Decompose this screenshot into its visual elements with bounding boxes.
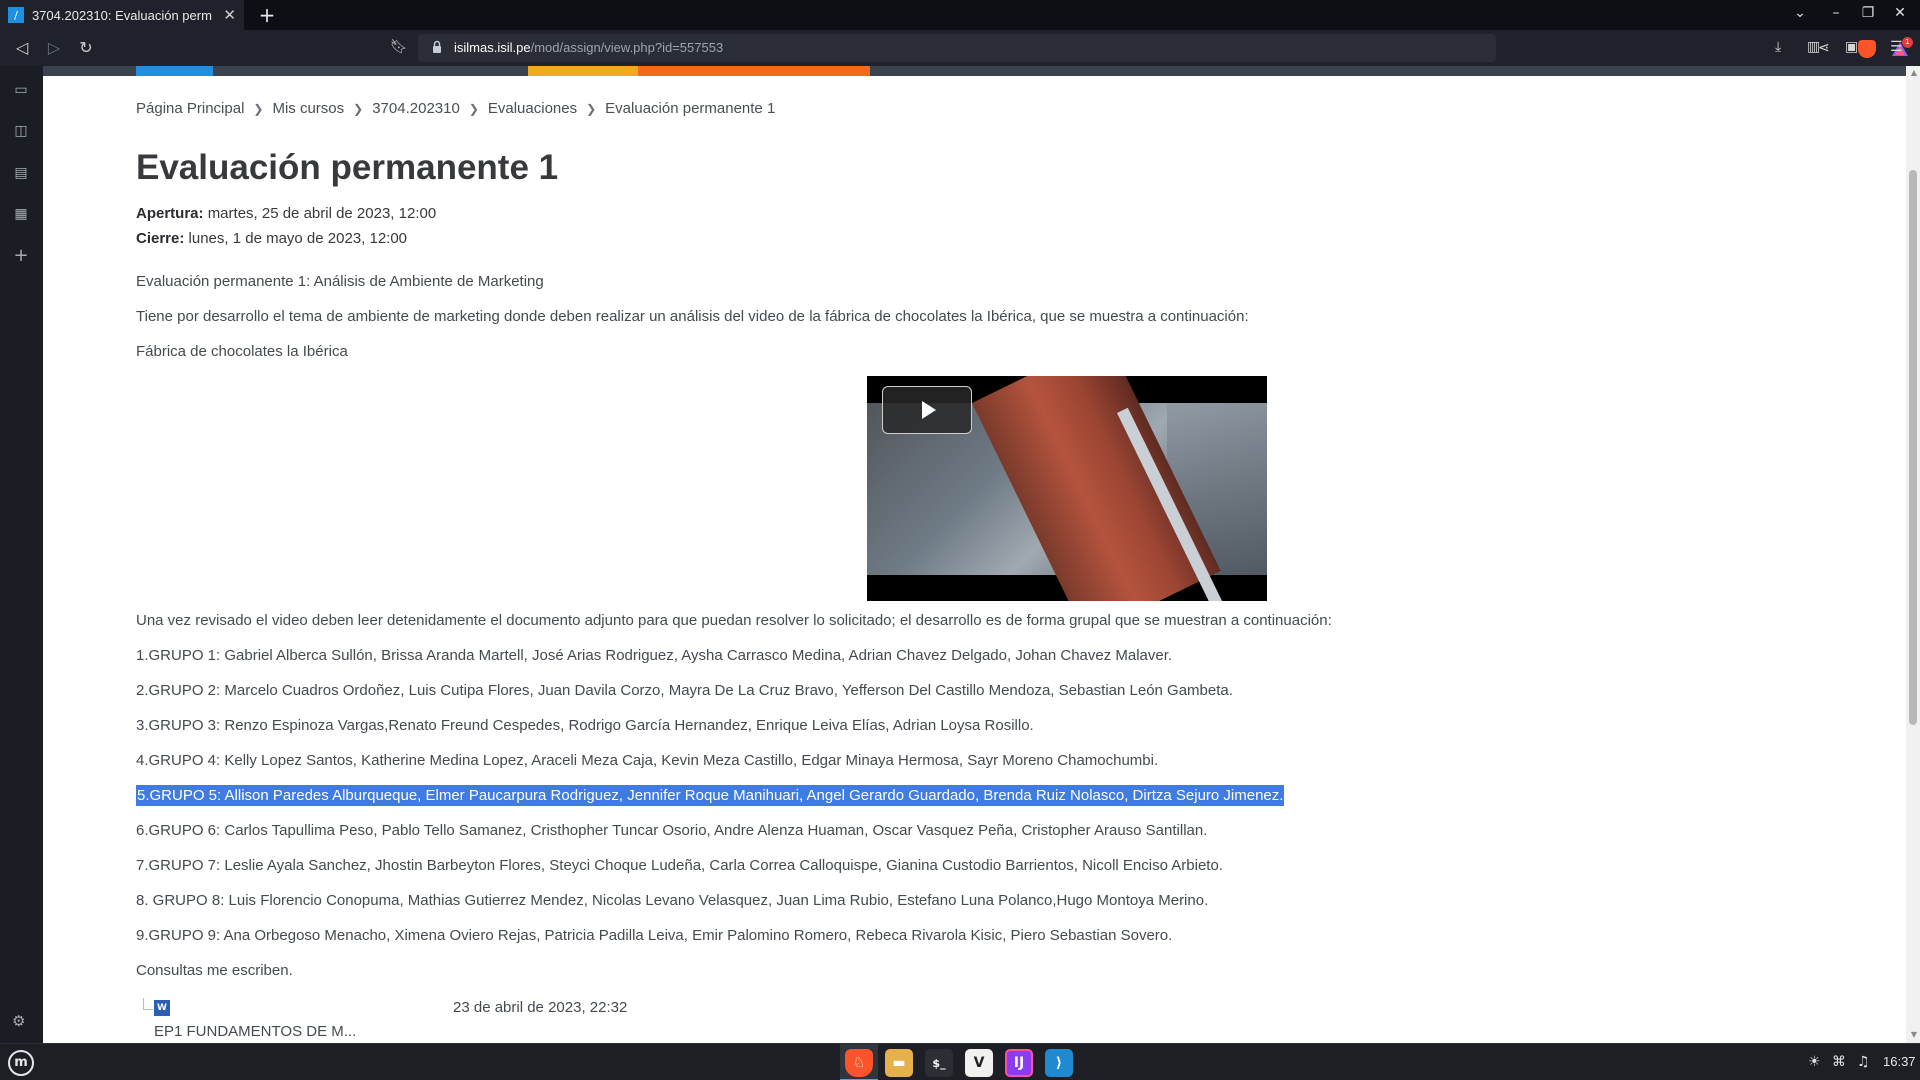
url-text: isilmas.isil.pe/mod/assign/view.php?id=5… [454, 40, 723, 55]
strip-orange [638, 66, 870, 76]
intro-line: Fábrica de chocolates la Ibérica [136, 343, 348, 360]
tab-list-chevron-icon[interactable]: ⌄ [1790, 5, 1810, 21]
video-icon[interactable]: ▭ [12, 82, 30, 98]
clock[interactable]: 16:37 [1883, 1054, 1916, 1069]
page-scrollbar[interactable]: ▲ ▼ [1906, 66, 1920, 1043]
bookmark-icon[interactable]: 🔖︎ [390, 39, 408, 55]
attachment-row: W 23 de abril de 2023, 22:32 EP1 FUNDAME… [136, 998, 736, 1043]
tree-connector [143, 998, 153, 1010]
vscode-icon[interactable]: ⟩ [1045, 1049, 1073, 1077]
tab-title: 3704.202310: Evaluación perm [31, 7, 212, 23]
page-title: Evaluación permanente 1 [136, 148, 559, 187]
breadcrumb-current[interactable]: Evaluación permanente 1 [605, 100, 775, 117]
taskbar: m ♘ ▬ $_ V IJ ⟩ ☀ ⌘ ♫ 16:37 [0, 1043, 1920, 1080]
wallet-icon[interactable]: ▣ [1845, 39, 1858, 55]
strip-yellow [528, 66, 638, 76]
instructions-text: Una vez revisado el video deben leer det… [136, 612, 1332, 629]
terminal-icon[interactable]: $_ [925, 1049, 953, 1077]
rewards-badge: 1 [1902, 37, 1913, 48]
strip-blue [136, 66, 213, 76]
lock-icon [433, 40, 441, 53]
closing-label: Cierre: [136, 230, 185, 247]
group-item: 9.GRUPO 9: Ana Orbegoso Menacho, Ximena … [136, 927, 1173, 944]
start-menu-icon[interactable]: m [8, 1050, 34, 1076]
site-favicon-icon: / [8, 7, 24, 23]
brave-browser-icon[interactable]: ♘ [845, 1049, 873, 1077]
network-icon[interactable]: ⌘ [1832, 1054, 1846, 1070]
opening-date: Apertura: martes, 25 de abril de 2023, 1… [136, 205, 436, 222]
add-panel-icon[interactable]: + [12, 247, 30, 265]
closing-note: Consultas me escriben. [136, 962, 293, 979]
url-host: isilmas.isil.pe [454, 40, 531, 55]
sound-icon[interactable]: ♫ [1857, 1054, 1870, 1070]
opening-label: Apertura: [136, 205, 204, 222]
scroll-thumb[interactable] [1909, 170, 1917, 725]
brightness-icon[interactable]: ☀ [1808, 1054, 1821, 1070]
attachment-date: 23 de abril de 2023, 22:32 [453, 999, 628, 1016]
group-item-selected: 5.GRUPO 5: Allison Paredes Alburqueque, … [136, 785, 1285, 806]
group-item: 3.GRUPO 3: Renzo Espinoza Vargas,Renato … [136, 717, 1034, 734]
files-icon[interactable]: ▬ [885, 1049, 913, 1077]
breadcrumb: Página Principal ❯ Mis cursos ❯ 3704.202… [136, 100, 775, 117]
breadcrumb-evaluations[interactable]: Evaluaciones [488, 100, 577, 117]
closing-value: lunes, 1 de mayo de 2023, 12:00 [188, 230, 408, 247]
tab-bar: / 3704.202310: Evaluación perm ✕ + ⌄ – ❐… [0, 0, 1920, 30]
download-icon[interactable]: ⤓ [1775, 39, 1781, 55]
chevron-right-icon: ❯ [353, 101, 364, 116]
breadcrumb-my-courses[interactable]: Mis cursos [272, 100, 344, 117]
web-page: Página Principal ❯ Mis cursos ❯ 3704.202… [43, 66, 1920, 1043]
group-item: 4.GRUPO 4: Kelly Lopez Santos, Katherine… [136, 752, 1159, 769]
breadcrumb-home[interactable]: Página Principal [136, 100, 244, 117]
attachment-link[interactable]: EP1 FUNDAMENTOS DE M... [154, 1023, 356, 1040]
chevron-right-icon: ❯ [586, 101, 597, 116]
menu-icon[interactable]: ☰ [1890, 39, 1903, 55]
play-icon [922, 401, 936, 419]
reload-icon[interactable]: ↻ [76, 38, 96, 58]
browser-sidebar: ▭ ◫ ▤ ▦ + ⚙ [0, 66, 43, 1043]
intellij-icon[interactable]: IJ [1005, 1049, 1033, 1077]
intro-line: Tiene por desarrollo el tema de ambiente… [136, 308, 1249, 325]
window-close-icon[interactable]: ✕ [1890, 5, 1910, 21]
browser-tab[interactable]: / 3704.202310: Evaluación perm ✕ [0, 0, 244, 30]
group-item: 8. GRUPO 8: Luis Florencio Conopuma, Mat… [136, 892, 1209, 909]
minimize-icon[interactable]: – [1826, 5, 1846, 21]
intro-line: Evaluación permanente 1: Análisis de Amb… [136, 273, 544, 290]
forward-icon[interactable]: ▷ [44, 38, 64, 58]
breadcrumb-course[interactable]: 3704.202310 [372, 100, 460, 117]
opening-value: martes, 25 de abril de 2023, 12:00 [207, 205, 437, 222]
sidebar-settings-icon[interactable]: ⚙ [12, 1012, 25, 1030]
chevron-right-icon: ❯ [253, 101, 264, 116]
scroll-up-icon[interactable]: ▲ [1911, 68, 1917, 77]
closing-date: Cierre: lunes, 1 de mayo de 2023, 12:00 [136, 230, 407, 247]
browser-toolbar: ◁ ▷ ↻ 🔖︎ isilmas.isil.pe/mod/assign/view… [0, 30, 1920, 66]
header-strip [43, 66, 1920, 76]
group-item: 6.GRUPO 6: Carlos Tapullima Peso, Pablo … [136, 822, 1208, 839]
tab-close-icon[interactable]: ✕ [223, 6, 236, 24]
vim-app-icon[interactable]: V [965, 1049, 993, 1077]
scroll-down-icon[interactable]: ▼ [1911, 1030, 1917, 1039]
brave-shield-icon[interactable] [1858, 40, 1876, 58]
group-item: 2.GRUPO 2: Marcelo Cuadros Ordoñez, Luis… [136, 682, 1233, 699]
chevron-right-icon: ❯ [468, 101, 479, 116]
word-file-icon: W [154, 1000, 170, 1016]
play-button[interactable] [882, 386, 972, 434]
wallet-panel-icon[interactable]: ◫ [12, 123, 30, 139]
back-icon[interactable]: ◁ [12, 38, 32, 58]
group-item: 7.GRUPO 7: Leslie Ayala Sanchez, Jhostin… [136, 857, 1223, 874]
reading-list-icon[interactable]: ▦ [12, 206, 30, 222]
video-player[interactable] [867, 376, 1267, 601]
url-path: /mod/assign/view.php?id=557553 [530, 40, 724, 55]
restore-icon[interactable]: ❐ [1858, 5, 1878, 21]
sidebar-toggle-icon[interactable]: ▥ [1807, 39, 1820, 55]
address-bar[interactable]: isilmas.isil.pe/mod/assign/view.php?id=5… [418, 34, 1913, 62]
group-item: 1.GRUPO 1: Gabriel Alberca Sullón, Briss… [136, 647, 1173, 664]
bookmarks-panel-icon[interactable]: ▤ [12, 165, 30, 181]
new-tab-button[interactable]: + [256, 3, 278, 27]
